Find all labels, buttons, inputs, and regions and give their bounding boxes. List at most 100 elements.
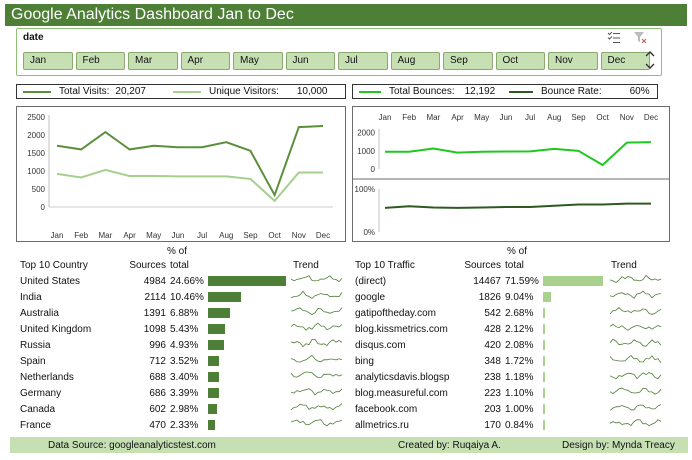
design-by-text: Design by: Mynda Treacy — [562, 440, 675, 451]
row-pct: 4.93% — [170, 339, 199, 351]
row-sources: 238 — [484, 371, 501, 383]
table-row: allmetrics.ru 170 0.84% — [355, 417, 667, 433]
share-bar — [543, 372, 545, 382]
x-tick-label: Jan — [379, 113, 392, 122]
share-bar — [543, 292, 551, 302]
row-name: Netherlands — [20, 371, 74, 383]
row-pct: 3.40% — [170, 371, 199, 383]
slicer-header: date — [23, 32, 44, 43]
country-pct-header-top: % of — [167, 246, 188, 257]
total-bounces-label: Total Bounces: — [389, 86, 455, 97]
multi-select-icon[interactable] — [607, 31, 621, 44]
traffic-table: Top 10 Traffic Sources total Trend (dire… — [355, 258, 667, 433]
country-header: Top 10 Country — [20, 260, 88, 271]
month-button-mar[interactable]: Mar — [128, 52, 178, 70]
bounce-kpi-legend: Total Bounces: 12,192 Bounce Rate: 60% — [352, 84, 658, 99]
total-visits-value: 20,207 — [115, 86, 146, 97]
table-row: blog.measureful.com 223 1.10% — [355, 385, 667, 401]
sparkline-path — [290, 388, 343, 396]
y-tick-label: 1000 — [27, 167, 45, 176]
row-pct: 1.18% — [505, 371, 534, 383]
total-bounces-value: 12,192 — [464, 86, 496, 97]
total-visits-line — [56, 125, 324, 198]
trend-sparkline — [290, 290, 343, 299]
month-button-apr[interactable]: Apr — [180, 52, 230, 70]
sparkline-path — [290, 371, 343, 379]
y-tick-label: 1500 — [27, 149, 45, 158]
table-row: disqus.com 420 2.08% — [355, 337, 667, 353]
month-button-oct[interactable]: Oct — [495, 52, 545, 70]
row-sources: 1391 — [143, 307, 166, 319]
x-tick-label: Dec — [644, 113, 658, 122]
row-sources: 542 — [484, 307, 501, 319]
y-tick-label: 0 — [371, 165, 376, 174]
x-tick-label: Jan — [51, 231, 64, 240]
trend-sparkline — [609, 338, 662, 347]
month-button-dec[interactable]: Dec — [600, 52, 650, 70]
share-bar — [208, 372, 219, 382]
row-sources: 688 — [149, 371, 166, 383]
row-sources: 170 — [484, 419, 501, 431]
share-bar — [208, 388, 219, 398]
trend-sparkline — [290, 307, 343, 316]
row-sources: 420 — [484, 339, 501, 351]
row-pct: 2.98% — [170, 403, 199, 415]
row-pct: 10.46% — [170, 291, 204, 303]
x-tick-label: Nov — [620, 113, 634, 122]
sources-header: Sources — [464, 260, 501, 271]
month-button-may[interactable]: May — [233, 52, 283, 70]
y-tick-label: 0% — [363, 228, 375, 237]
x-tick-label: Sep — [571, 113, 586, 122]
scroll-down-icon[interactable] — [645, 62, 655, 73]
row-sources: 14467 — [473, 275, 501, 287]
row-name: Spain — [20, 355, 46, 367]
table-row: Spain 712 3.52% — [20, 353, 350, 369]
row-name: United States — [20, 275, 81, 287]
row-pct: 5.43% — [170, 323, 199, 335]
sparkline-path — [609, 338, 662, 347]
share-bar — [543, 276, 603, 286]
month-button-jan[interactable]: Jan — [23, 52, 73, 70]
month-button-aug[interactable]: Aug — [390, 52, 440, 70]
footer: Data Source: googleanalyticstest.com Cre… — [10, 437, 688, 453]
table-row: facebook.com 203 1.00% — [355, 401, 667, 417]
clear-filter-icon[interactable] — [633, 31, 647, 44]
month-button-jun[interactable]: Jun — [285, 52, 335, 70]
month-button-nov[interactable]: Nov — [548, 52, 598, 70]
month-button-feb[interactable]: Feb — [75, 52, 125, 70]
month-button-jul[interactable]: Jul — [338, 52, 388, 70]
x-tick-label: Aug — [547, 113, 561, 122]
row-pct: 1.10% — [505, 387, 534, 399]
sparkline-path — [609, 404, 662, 411]
row-pct: 2.12% — [505, 323, 534, 335]
share-bar — [208, 324, 226, 334]
trend-sparkline — [290, 419, 343, 427]
share-bar — [543, 340, 545, 350]
sparkline-path — [290, 307, 343, 316]
total-bounces-line — [385, 141, 652, 167]
month-button-sep[interactable]: Sep — [443, 52, 493, 70]
traffic-pct-header-top: % of — [507, 246, 528, 257]
x-tick-label: May — [474, 113, 489, 122]
sparkline-path — [290, 403, 343, 411]
row-sources: 223 — [484, 387, 501, 399]
bounce-charts: Jan Feb Mar Apr May Jun Jul Aug Sep Oct Nov Dec 0 100… — [352, 106, 670, 242]
scroll-up-icon[interactable] — [645, 50, 655, 61]
row-name: analyticsdavis.blogsp — [355, 371, 450, 383]
created-by-text: Created by: Ruqaiya A. — [398, 440, 501, 451]
x-tick-label: Mar — [98, 231, 112, 240]
table-row: Australia 1391 6.88% — [20, 305, 350, 321]
x-tick-label: Nov — [292, 231, 306, 240]
visits-chart-svg: 0 500 1000 1500 2000 2500 Jan Feb Mar Apr May Jun Ju… — [27, 113, 333, 240]
row-sources: 1098 — [143, 323, 166, 335]
row-sources: 996 — [149, 339, 166, 351]
table-row: India 2114 10.46% — [20, 289, 350, 305]
row-pct: 9.04% — [505, 291, 534, 303]
row-sources: 2114 — [144, 291, 166, 303]
table-row: analyticsdavis.blogsp 238 1.18% — [355, 369, 667, 385]
y-tick-label: 100% — [355, 185, 375, 194]
sparkline-path — [290, 275, 343, 283]
visits-kpi-legend: Total Visits: 20,207 Unique Visitors: 10… — [16, 84, 346, 99]
share-bar — [543, 324, 545, 334]
row-pct: 3.39% — [170, 387, 199, 399]
